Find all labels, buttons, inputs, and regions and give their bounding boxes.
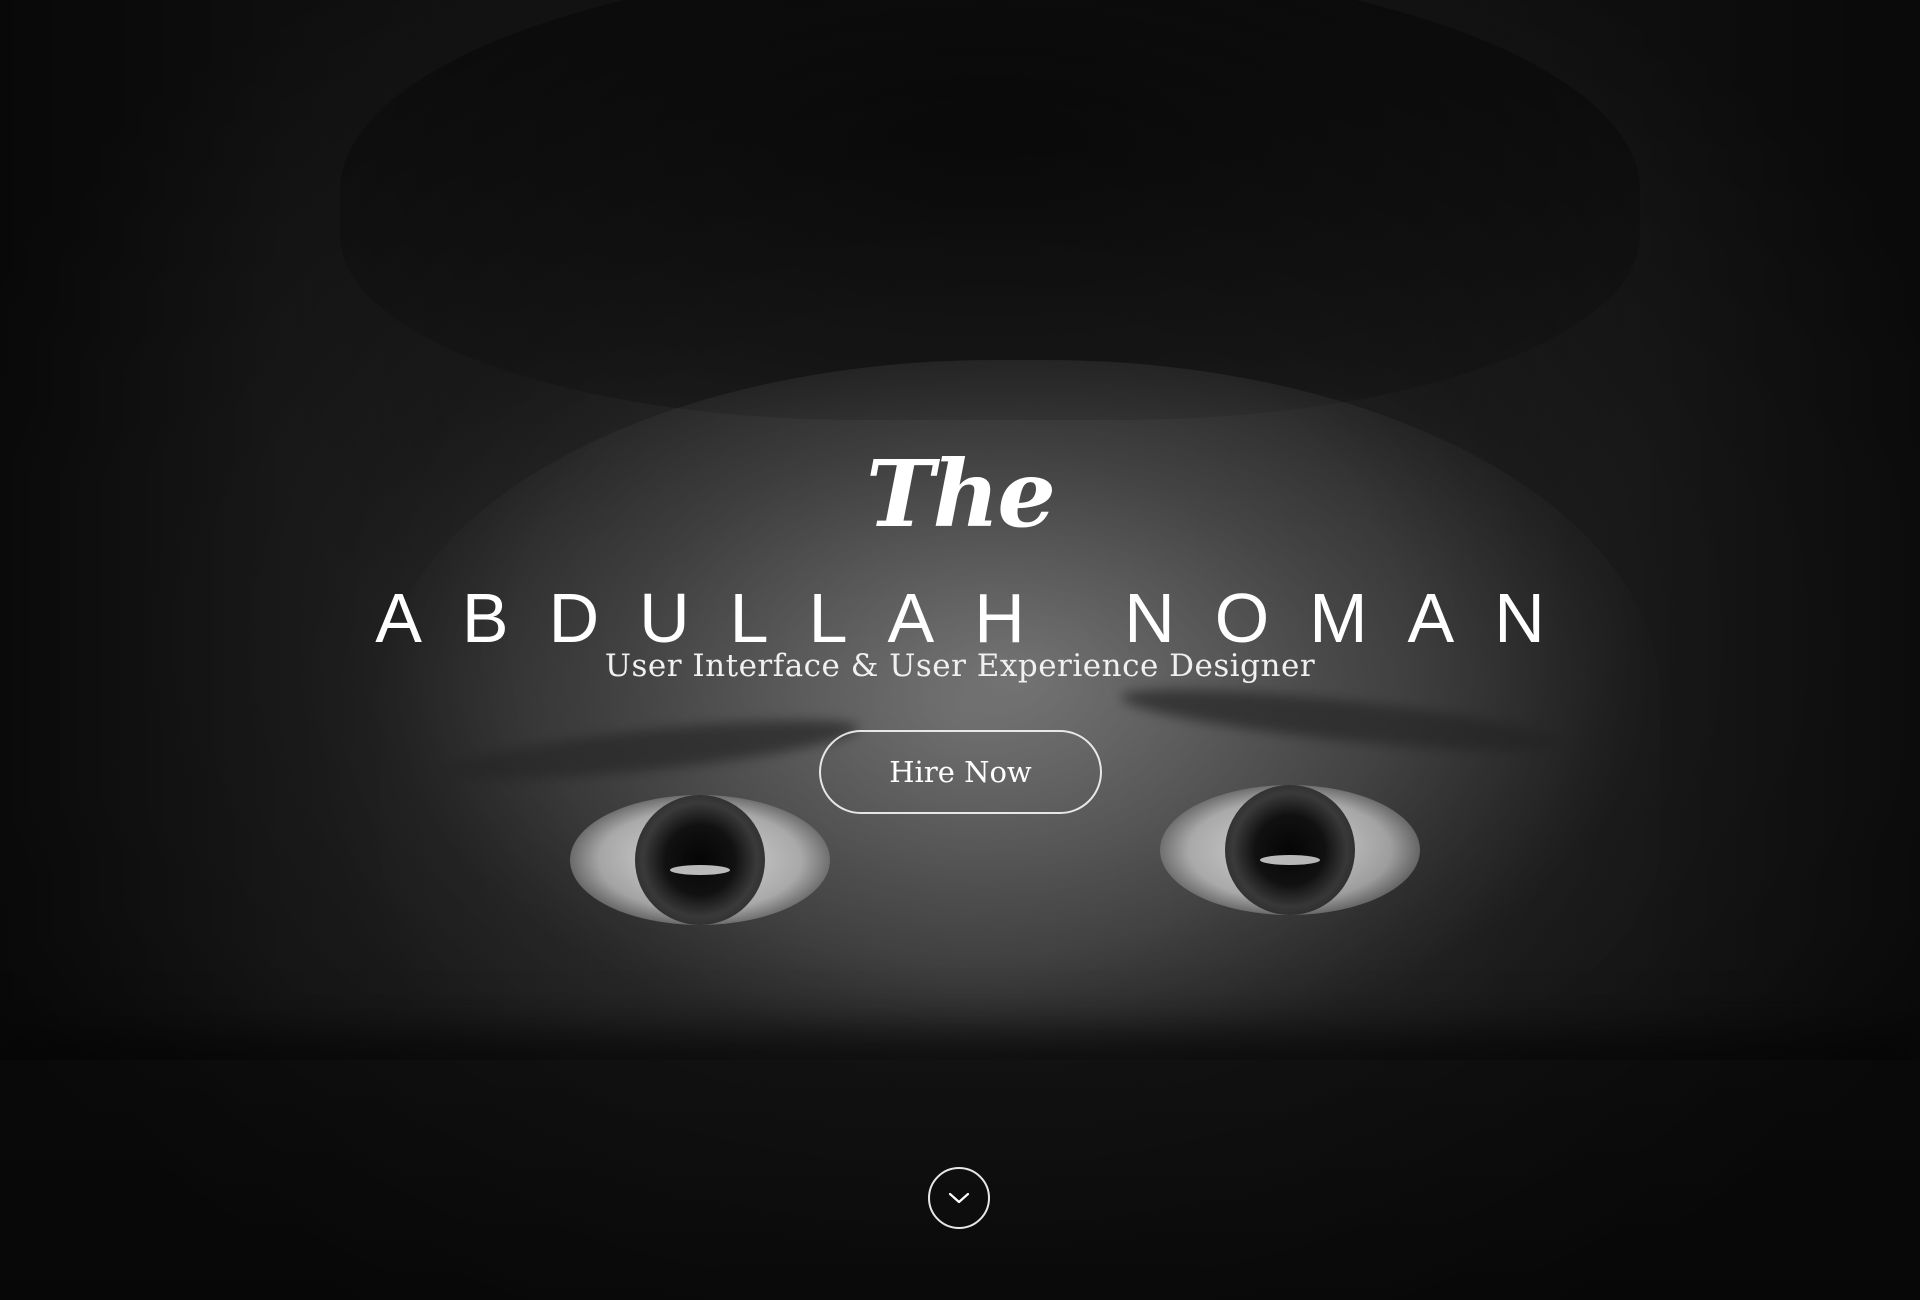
hero-section: The ABDULLAH NOMAN User Interface & User… bbox=[0, 0, 1920, 1300]
chevron-down-icon bbox=[948, 1192, 970, 1204]
hero-name: ABDULLAH NOMAN bbox=[375, 579, 1585, 657]
hero-script-title: The bbox=[866, 440, 1056, 548]
scroll-down-button[interactable] bbox=[928, 1167, 990, 1229]
hero-subtitle: User Interface & User Experience Designe… bbox=[604, 648, 1316, 684]
hire-now-button[interactable]: Hire Now bbox=[819, 730, 1102, 814]
